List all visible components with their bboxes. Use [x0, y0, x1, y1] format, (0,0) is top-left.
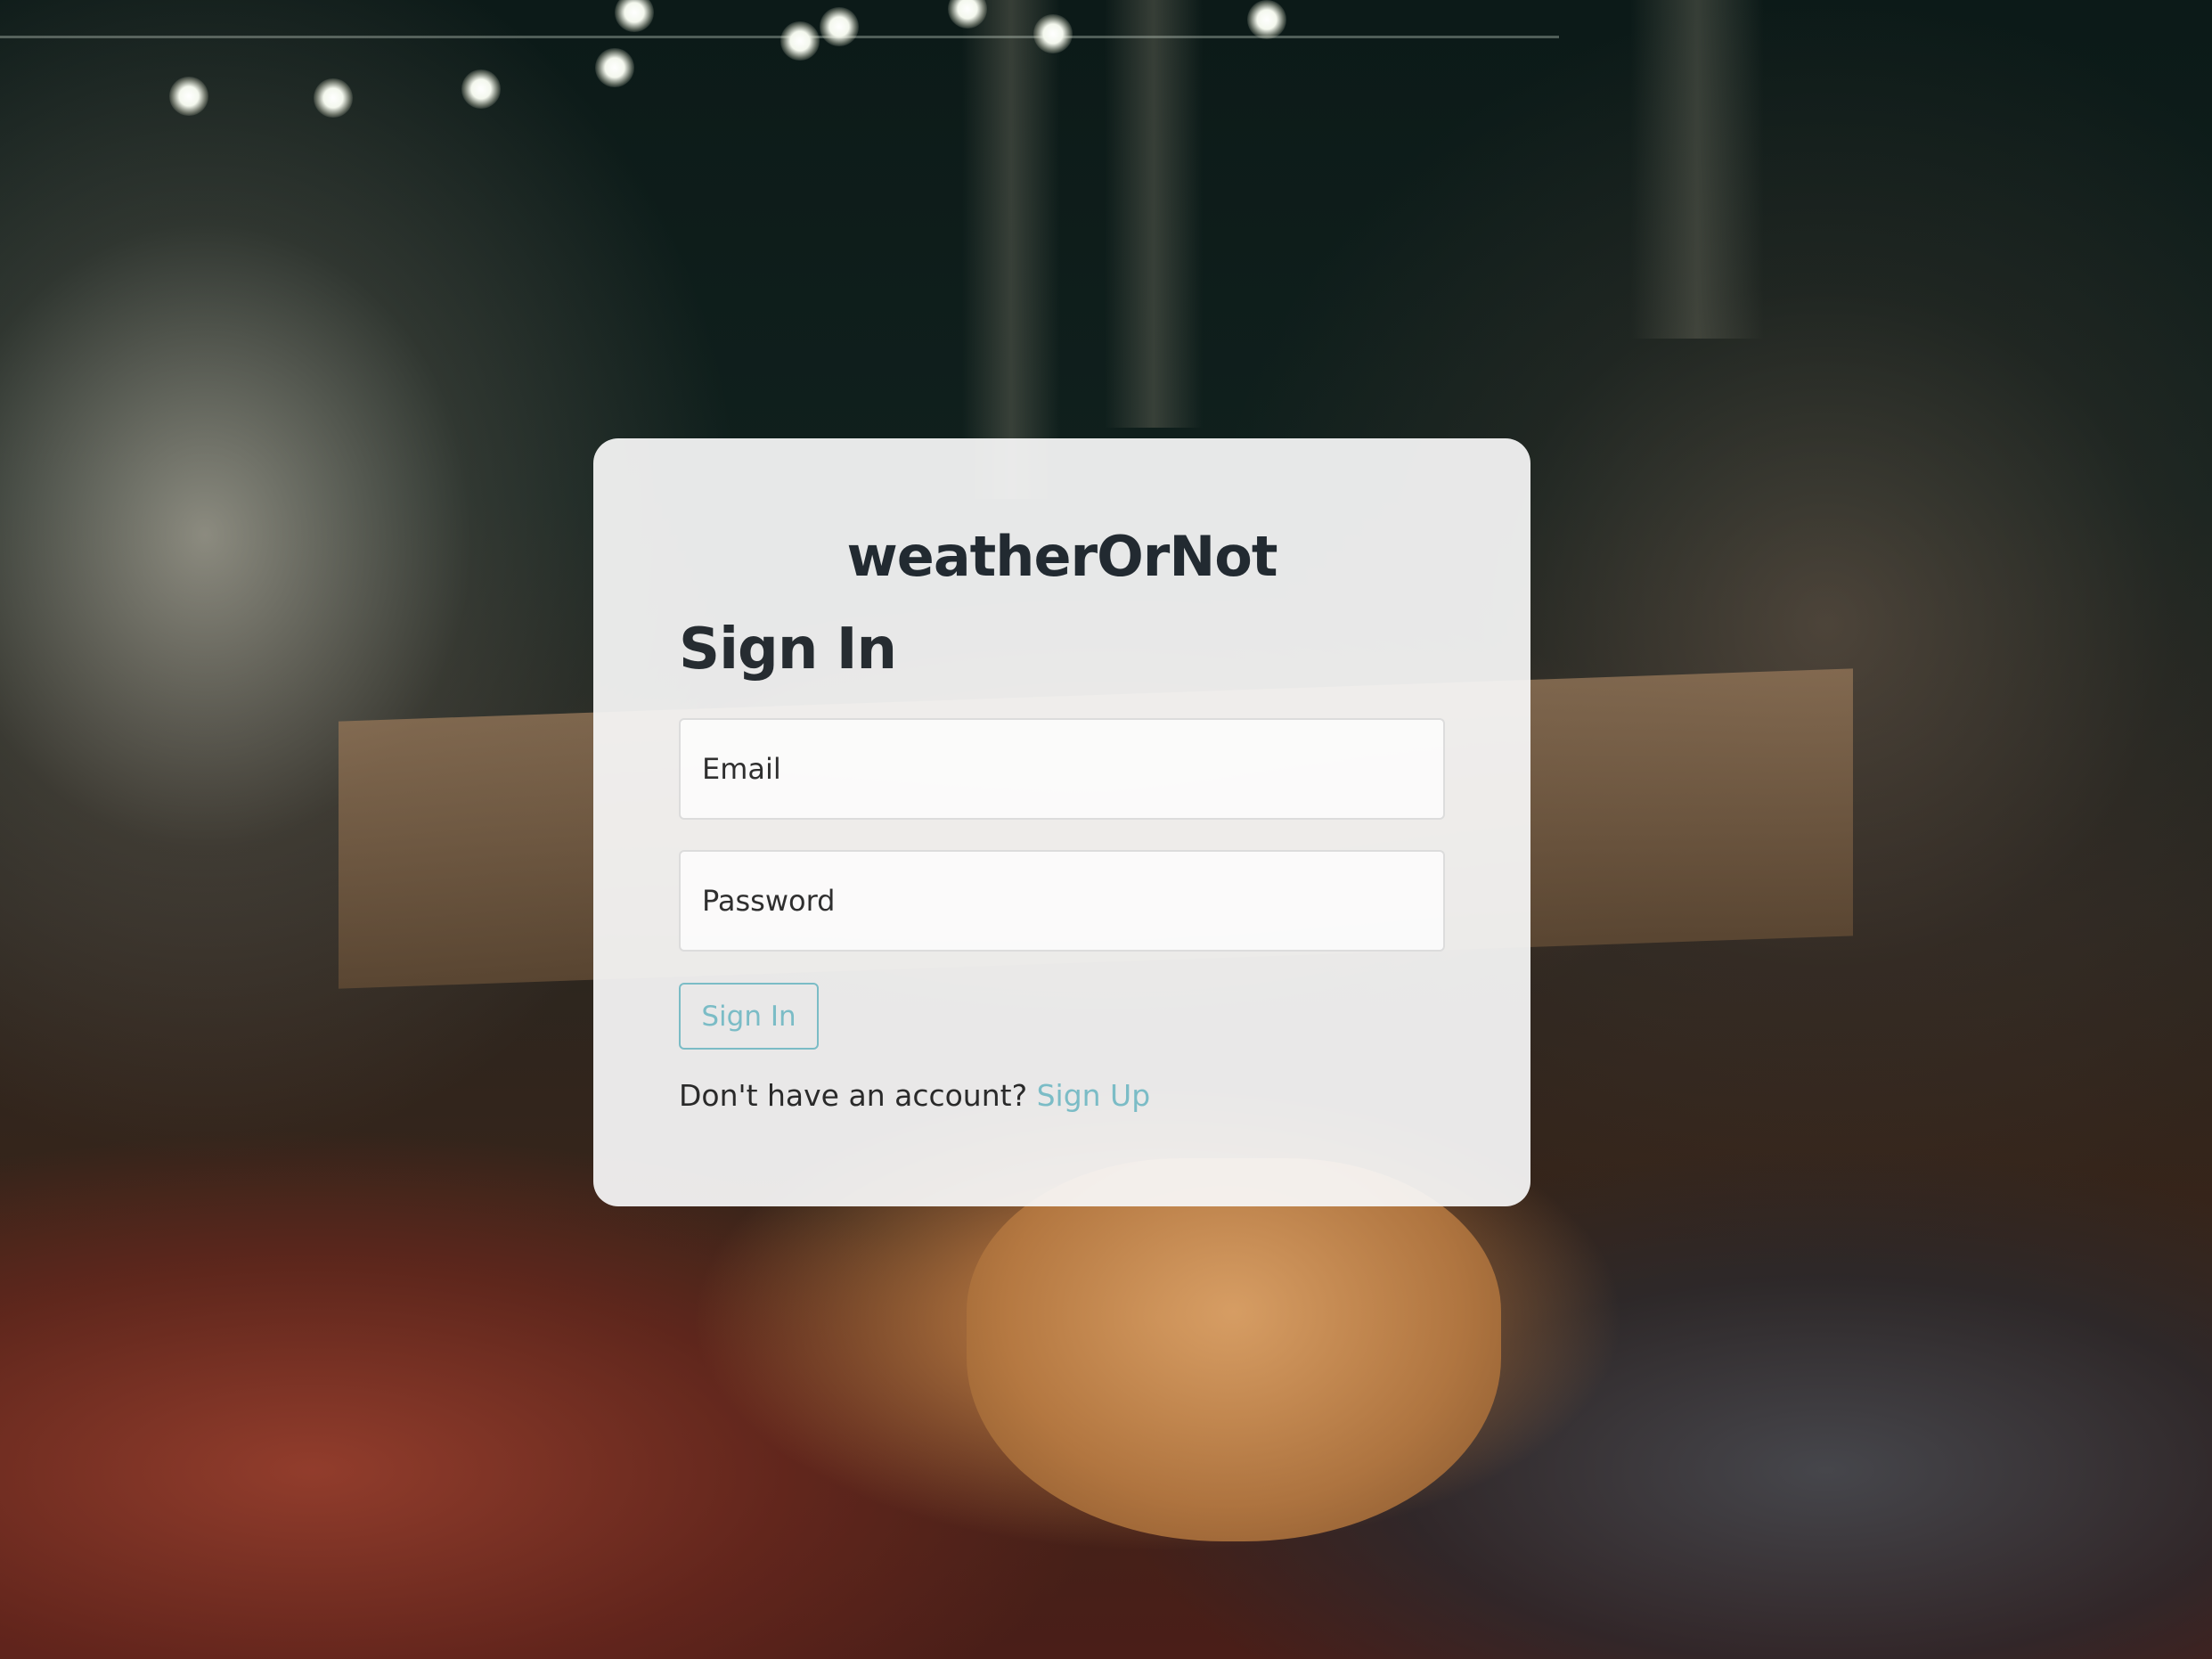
brand-logo: weatherOrNot: [846, 524, 1278, 589]
lute-instrument: [967, 1158, 1501, 1541]
string-light: [461, 69, 501, 109]
string-light: [1033, 14, 1073, 53]
sign-in-card: weatherOrNot Sign In Sign In Don't have …: [593, 438, 1530, 1206]
password-field[interactable]: [679, 850, 1445, 952]
email-field[interactable]: [679, 718, 1445, 820]
string-light: [1247, 0, 1286, 39]
string-light: [595, 48, 634, 87]
page-title: Sign In: [679, 617, 897, 682]
sign-up-link[interactable]: Sign Up: [1037, 1078, 1151, 1113]
sign-in-button[interactable]: Sign In: [679, 983, 819, 1050]
string-light: [820, 7, 859, 46]
signup-prompt-text: Don't have an account?: [679, 1078, 1037, 1113]
string-light: [615, 0, 654, 32]
string-light: [314, 78, 353, 118]
tree-trunk: [1630, 0, 1764, 339]
string-lights-wire: [0, 36, 1559, 92]
string-light: [169, 77, 208, 116]
string-light: [780, 21, 820, 61]
signup-prompt-row: Don't have an account? Sign Up: [679, 1078, 1150, 1113]
